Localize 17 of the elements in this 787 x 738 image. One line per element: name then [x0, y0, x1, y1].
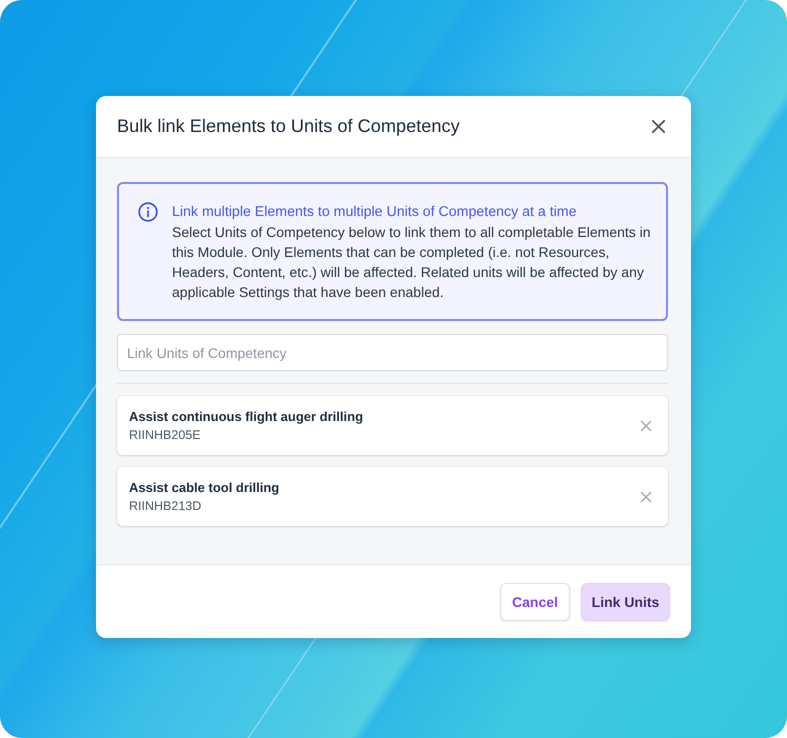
info-icon [138, 202, 158, 222]
unit-title: Assist cable tool drilling [129, 478, 280, 496]
info-title: Link multiple Elements to multiple Units of Competency at a time [172, 203, 578, 222]
remove-button[interactable] [640, 490, 652, 502]
cancel-button[interactable]: Cancel [500, 582, 570, 620]
unit-title: Assist continuous flight auger drilling [129, 408, 364, 426]
link-units-button[interactable]: Link Units [581, 582, 670, 620]
close-icon [651, 119, 666, 134]
unit-code: RIINHB213D [129, 498, 202, 514]
close-icon [640, 420, 652, 432]
close-icon [640, 490, 652, 502]
search-field[interactable]: Link Units of Competency [117, 334, 668, 371]
unit-code: RIINHB205E [129, 426, 202, 444]
remove-button[interactable] [640, 420, 652, 432]
close-button[interactable] [651, 119, 666, 134]
dialog-title: Bulk link Elements to Units of Competency [117, 116, 460, 137]
info-text: Select Units of Competency below to link them to all completable Elements in this Module. Only Elements that can be completed (i.e. not Resources, Headers, Content, etc.) will be affected. Related units will be affected by any applicable Settings that have been enabled. [172, 223, 652, 302]
